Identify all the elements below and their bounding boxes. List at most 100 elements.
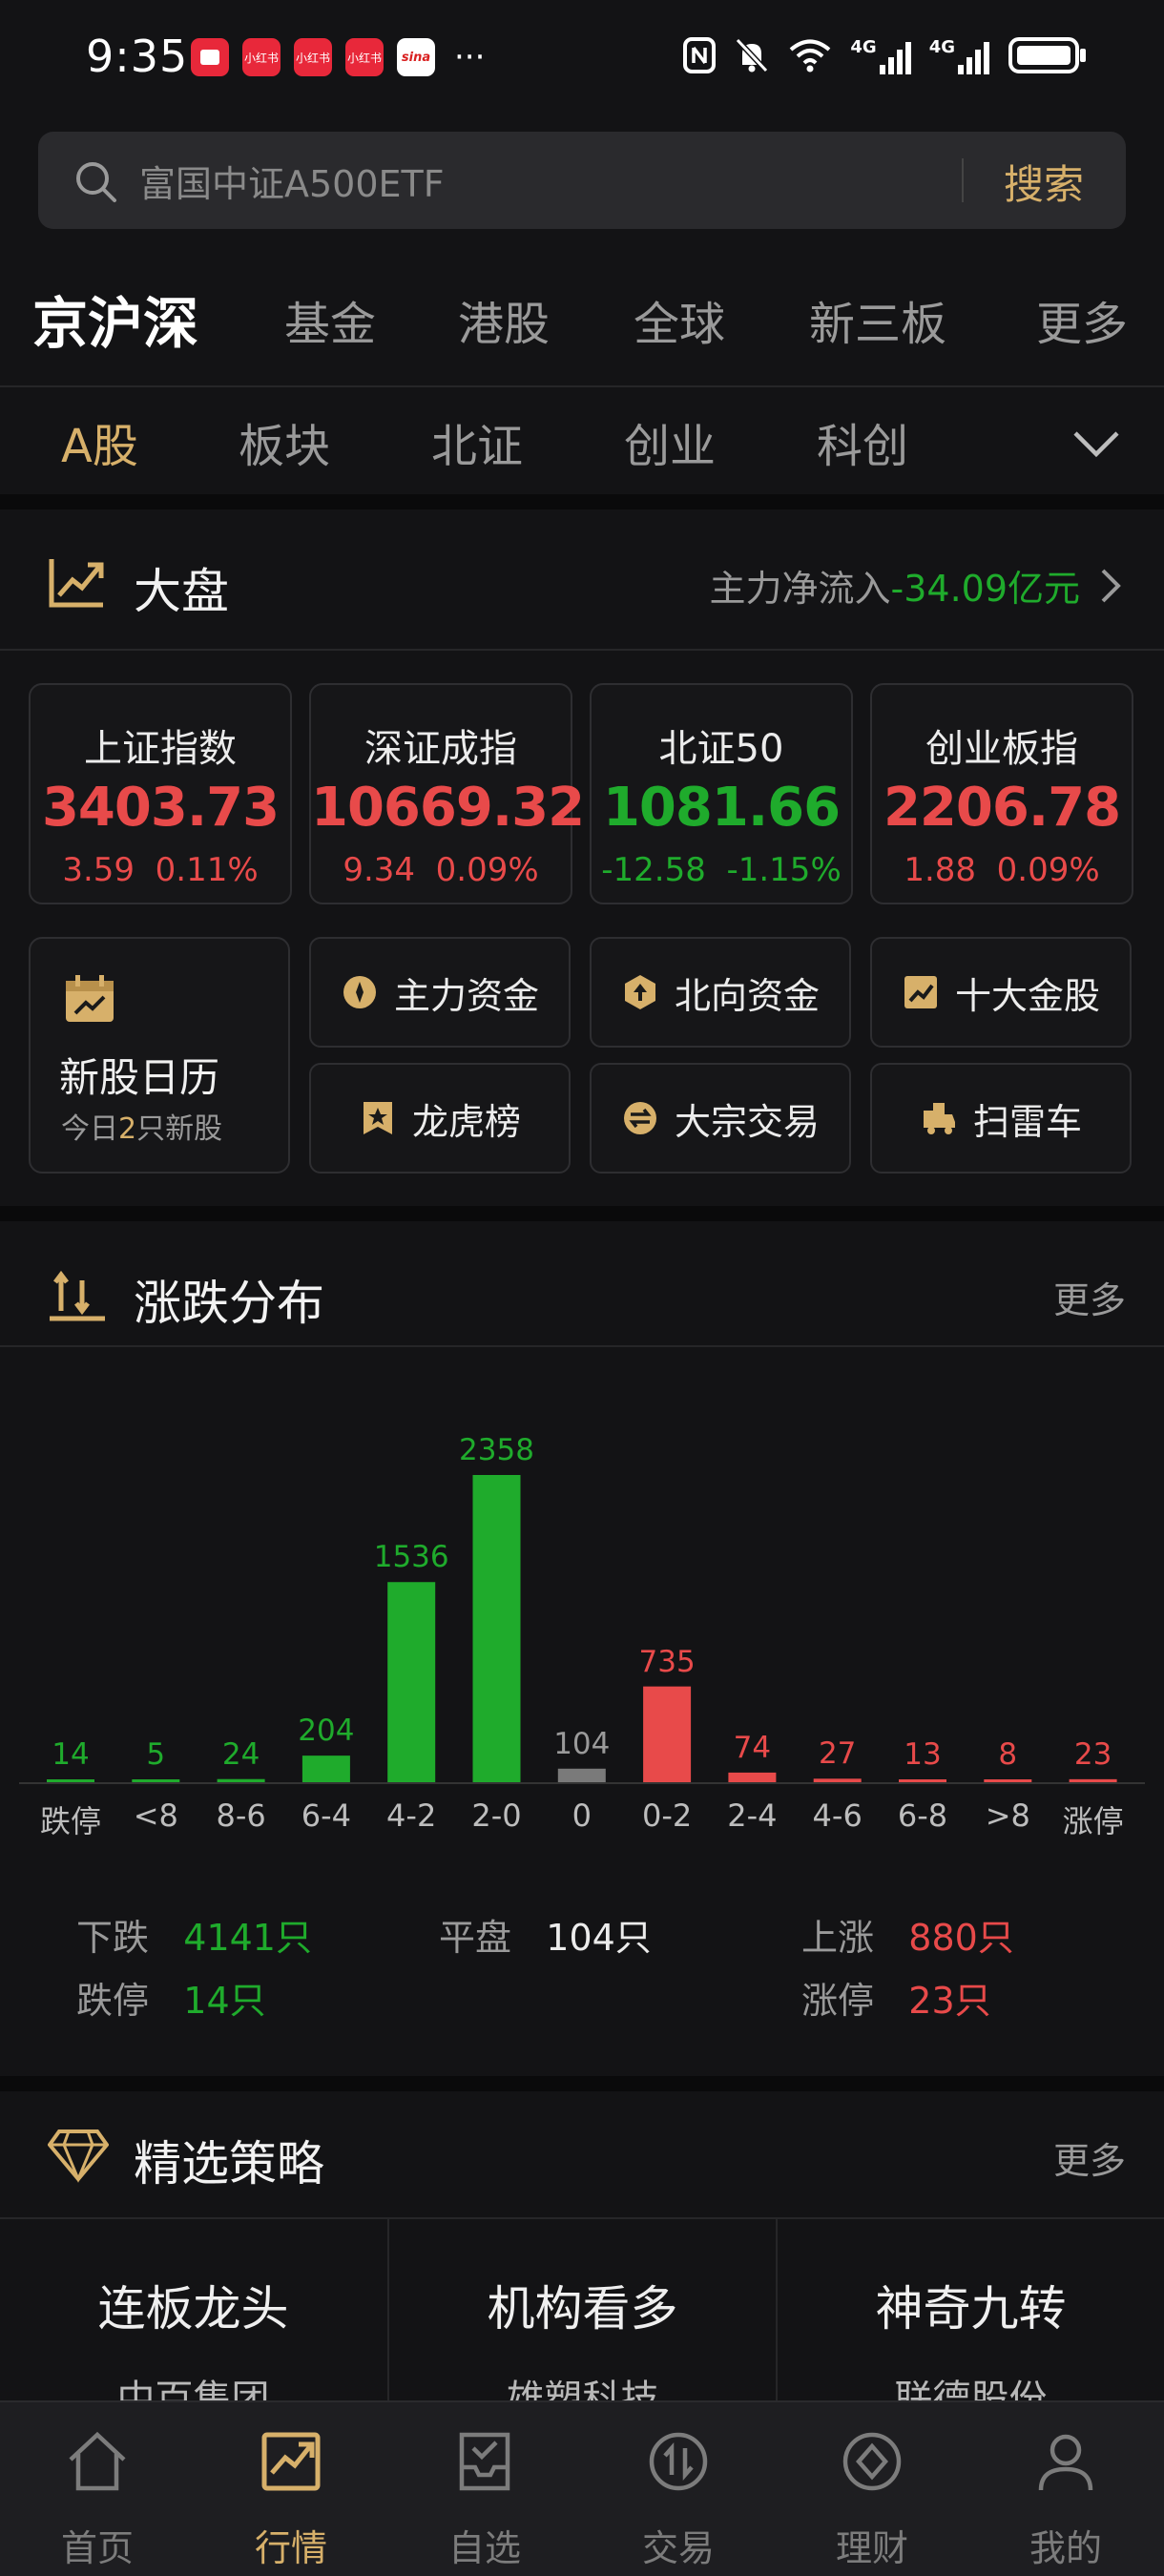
minesweeper-icon [923,1103,955,1134]
strategy-card[interactable]: 连板龙头 中百集团 [0,2219,386,2421]
bar-category-label: 0 [572,1797,592,1834]
distribution-bar [132,1779,180,1782]
status-bar: 9:35 小红书 小红书 小红书 sina ··· 4G 4G [0,0,1164,114]
nav-market[interactable]: 行情 [194,2402,388,2576]
subtab-star-market[interactable]: 科创 [817,408,908,475]
tab-funds[interactable]: 基金 [284,286,376,353]
index-value: 10669.32 [311,777,585,839]
index-card-chinext[interactable]: 创业板指 2206.78 1.88 0.09% [870,683,1133,904]
subtab-sectors[interactable]: 板块 [239,408,330,475]
index-card-sse[interactable]: 上证指数 3403.73 3.59 0.11% [29,683,292,904]
nav-trade[interactable]: 交易 [581,2402,776,2576]
wifi-icon [790,39,831,73]
stat-limit-down: 跌停 14只 [76,1980,266,2022]
signal-4g-icon: 4G [850,37,911,74]
tab-hk-stocks[interactable]: 港股 [458,286,550,353]
divider [0,649,1164,651]
shortcut-minesweeper[interactable]: 扫雷车 [870,1063,1132,1174]
strategy-name: 神奇九转 [875,2281,1067,2337]
distribution-more-link[interactable]: 更多 [1053,1271,1126,1323]
search-input[interactable]: 富国中证A500ETF [139,155,445,207]
shortcut-dragon-tiger[interactable]: 龙虎榜 [309,1063,571,1174]
calendar-icon [66,975,114,1022]
nav-wealth[interactable]: 理财 [775,2402,969,2576]
distribution-section-header[interactable]: 涨跌分布 更多 [0,1221,1164,1364]
shortcut-main-funds[interactable]: 主力资金 [309,937,571,1048]
profile-icon [1038,2434,1093,2491]
shortcut-block-trade[interactable]: 大宗交易 [590,1063,851,1174]
search-bar[interactable]: 富国中证A500ETF 搜索 [38,132,1126,229]
bar-category-label: 4-6 [812,1797,863,1834]
bar-category-label: 6-8 [897,1797,948,1834]
bottom-navigation: 首页 行情 自选 交易 理财 我的 [0,2400,1164,2576]
section-title: 精选策略 [134,2136,324,2192]
search-icon [76,162,116,202]
more-notifications-icon: ··· [454,38,486,76]
distribution-chart: 14 跌停 5 <8 24 8-6 204 6-4 1536 4-2 2358 2-0 104 0 735 0… [0,1374,1164,1839]
xiaohongshu-app-icon: 小红书 [345,38,384,76]
distribution-bar [472,1475,521,1782]
ipo-calendar-card[interactable]: 新股日历 今日2只新股 [29,937,290,1174]
trade-icon [649,2432,708,2491]
section-title: 涨跌分布 [134,1276,324,1331]
chevron-down-icon[interactable] [1070,427,1122,460]
strategy-section-header[interactable]: 精选策略 更多 [0,2082,1164,2225]
section-gap [0,1206,1164,1221]
bar-category-label: 8-6 [216,1797,266,1834]
subtab-a-shares[interactable]: A股 [61,408,138,475]
distribution-bar [813,1778,862,1782]
market-tabs: 京沪深 基金 港股 全球 新三板 更多 [0,279,1164,361]
nav-profile[interactable]: 我的 [968,2402,1163,2576]
tab-neeq[interactable]: 新三板 [809,286,946,353]
ipo-calendar-subtitle: 今日2只新股 [61,1112,223,1146]
bar-value-label: 8 [998,1737,1018,1772]
bar-category-label: 2-4 [727,1797,778,1834]
distribution-bar [1069,1778,1117,1782]
index-change: 9.34 0.09% [343,851,539,889]
strategy-card[interactable]: 神奇九转 联德股份 [778,2219,1164,2421]
tab-jinghushen[interactable]: 京沪深 [32,279,198,359]
bar-value-label: 13 [904,1737,942,1772]
dragon-tiger-icon [363,1102,392,1134]
bar-category-label: 4-2 [386,1797,437,1834]
bar-value-label: 74 [733,1730,772,1765]
main-funds-icon [343,976,376,1008]
strategy-more-link[interactable]: 更多 [1053,2131,1126,2184]
ipo-calendar-title: 新股日历 [59,1054,220,1101]
northbound-icon [624,975,655,1009]
nav-home[interactable]: 首页 [0,2402,195,2576]
shortcut-northbound-funds[interactable]: 北向资金 [590,937,851,1048]
distribution-icon [50,1270,105,1321]
index-card-bse50[interactable]: 北证50 1081.66 -12.58 -1.15% [590,683,853,904]
distribution-bar [899,1779,946,1782]
sina-app-icon: sina [397,38,435,76]
market-icon [261,2432,321,2491]
block-trade-icon [623,1102,656,1134]
index-value: 1081.66 [602,777,841,839]
notification-apps: 小红书 小红书 小红书 sina ··· [191,38,485,76]
nav-watchlist[interactable]: 自选 [387,2402,582,2576]
market-section-header[interactable]: 大盘 主力净流入 -34.09亿元 [0,509,1164,653]
bar-value-label: 204 [298,1714,355,1749]
section-title: 大盘 [134,564,229,619]
index-card-szse[interactable]: 深证成指 10669.32 9.34 0.09% [309,683,585,904]
subtab-chinext[interactable]: 创业 [624,408,716,475]
search-button[interactable]: 搜索 [1004,153,1084,211]
shortcut-top10-stocks[interactable]: 十大金股 [870,937,1132,1048]
chevron-right-icon [1101,569,1121,602]
strategy-card[interactable]: 机构看多 雄塑科技 [389,2219,776,2421]
watchlist-icon [459,2432,510,2491]
sub-tabs: A股 板块 北证 创业 科创 [0,389,1164,494]
stat-up: 上涨 880只 [801,1917,1014,1959]
strategy-name: 机构看多 [487,2281,678,2337]
section-gap [0,494,1164,509]
bar-category-label: 涨停 [1062,1803,1124,1839]
bar-value-label: 104 [553,1726,611,1761]
index-value: 3403.73 [41,777,280,839]
main-net-inflow[interactable]: 主力净流入 -34.09亿元 [709,559,1126,612]
status-time: 9:35 [86,31,189,82]
xiaohongshu-app-icon: 小红书 [294,38,332,76]
tab-more[interactable]: 更多 [1036,286,1128,353]
tab-global[interactable]: 全球 [634,286,725,353]
subtab-beizheng[interactable]: 北证 [431,408,523,475]
